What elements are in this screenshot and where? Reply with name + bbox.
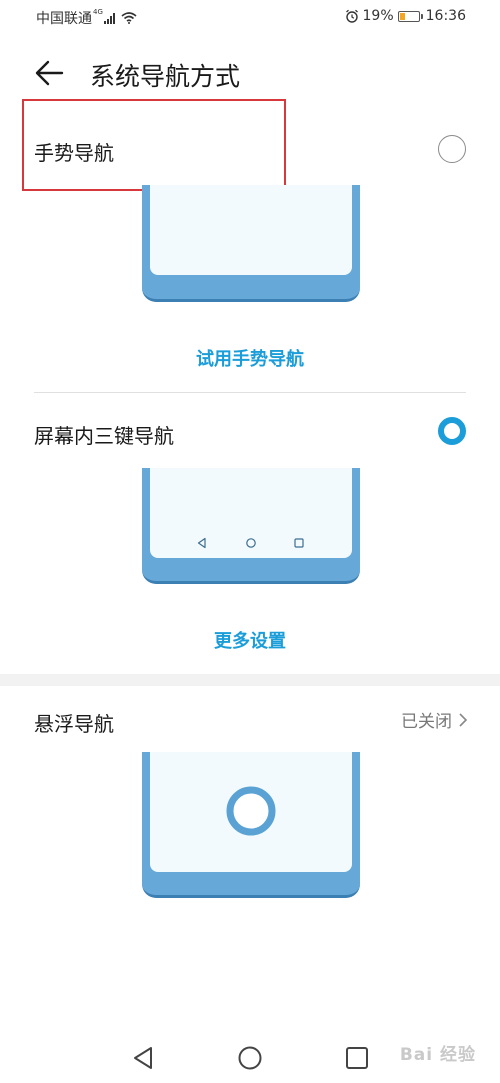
three-key-nav-radio[interactable] (438, 417, 466, 445)
signal-icon (103, 12, 115, 24)
nav-recents-icon[interactable] (343, 1044, 371, 1072)
floating-nav-phone-illustration (142, 752, 360, 898)
recents-square-icon (294, 538, 304, 548)
battery-percent: 19% (362, 8, 394, 24)
arrow-left-icon[interactable] (34, 58, 66, 88)
chevron-right-icon (459, 712, 468, 727)
nav-home-icon[interactable] (236, 1044, 264, 1072)
status-bar: 中国联通 4G 19% 16:36 (0, 0, 500, 36)
gesture-nav-radio[interactable] (438, 135, 466, 163)
three-key-nav-phone-illustration (142, 468, 360, 584)
baidu-watermark: Bai 经验 (399, 1045, 476, 1065)
floating-nav-status[interactable]: 已关闭 (401, 707, 468, 732)
back-triangle-icon (197, 537, 206, 549)
clock-time: 16:36 (425, 8, 466, 24)
nav-back-icon[interactable] (129, 1044, 157, 1072)
home-circle-icon (246, 538, 256, 548)
phone-screen (150, 752, 352, 872)
alarm-clock-icon (345, 9, 358, 23)
phone-screen (150, 185, 352, 275)
divider (34, 392, 466, 393)
status-bar-left: 中国联通 4G (36, 8, 137, 28)
battery-icon (397, 10, 423, 22)
highlight-annotation-box (22, 99, 286, 191)
page-title: 系统导航方式 (90, 62, 241, 91)
floating-nav-label[interactable]: 悬浮导航 (34, 708, 114, 737)
gesture-nav-phone-illustration (142, 185, 360, 302)
try-gesture-nav-link[interactable]: 试用手势导航 (0, 345, 500, 371)
status-bar-right: 19% 16:36 (345, 8, 466, 24)
section-separator (0, 674, 500, 686)
floating-nav-status-text: 已关闭 (401, 712, 452, 732)
wifi-icon (121, 12, 137, 24)
network-type: 4G (93, 8, 103, 16)
carrier-name: 中国联通 (36, 11, 92, 27)
three-key-nav-label[interactable]: 屏幕内三键导航 (34, 420, 174, 449)
more-settings-link[interactable]: 更多设置 (0, 627, 500, 653)
phone-screen (150, 468, 352, 558)
floating-dock-circle-icon (226, 786, 276, 836)
